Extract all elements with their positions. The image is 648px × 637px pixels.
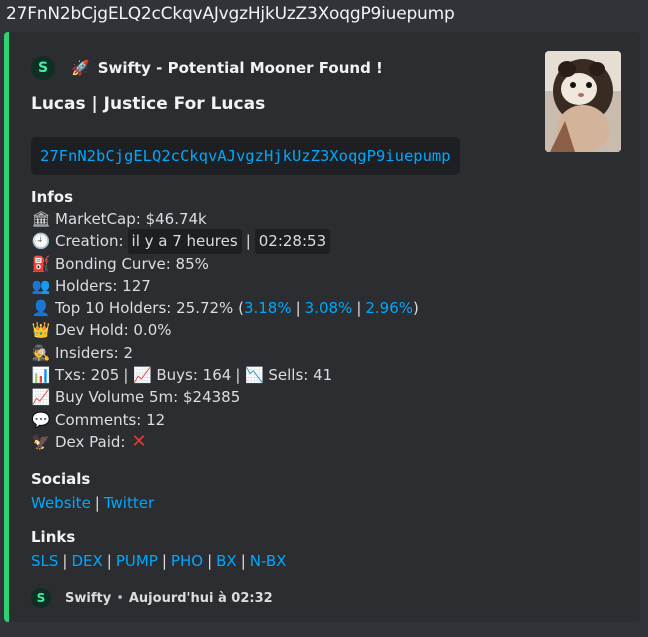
embed-footer: S Swifty • Aujourd'hui à 02:32	[31, 588, 273, 608]
infos-heading: Infos	[31, 188, 74, 206]
embed-author-name: 🚀 Swifty - Potential Mooner Found !	[71, 59, 383, 77]
separator: |	[295, 299, 301, 318]
user-icon: 👤	[31, 299, 51, 318]
comments-text: Comments: 12	[55, 410, 166, 429]
links-section: Links SLS | DEX | PUMP | PHO | BX | N-BX	[31, 528, 286, 572]
n-bx-link[interactable]: N-BX	[250, 550, 287, 572]
creation-label: Creation:	[55, 232, 124, 251]
buy-volume-row: 📈 Buy Volume 5m: $24385	[31, 386, 419, 408]
chart-down-icon: 📉	[245, 366, 264, 385]
separator: |	[161, 552, 167, 570]
sls-link[interactable]: SLS	[31, 550, 58, 572]
bonding-row: ⛽ Bonding Curve: 85%	[31, 253, 419, 275]
insiders-row: 🕵 Insiders: 2	[31, 342, 419, 364]
creation-relative[interactable]: il y a 7 heures	[127, 229, 242, 254]
separator: |	[245, 232, 251, 251]
message-address-text: 27FnN2bCjgELQ2cCkqvAJvgzHjkUzZ3XoqgP9iue…	[6, 4, 455, 24]
socials-row: Website | Twitter	[31, 492, 154, 514]
website-link[interactable]: Website	[31, 492, 91, 514]
rocket-icon: 🚀	[71, 59, 90, 77]
separator: |	[106, 552, 112, 570]
footer-name: Swifty	[65, 590, 112, 606]
top10-row: 👤 Top 10 Holders: 25.72% ( 3.18% | 3.08%…	[31, 297, 419, 319]
dex-link[interactable]: DEX	[71, 550, 102, 572]
footer-time: Aujourd'hui à 02:32	[128, 590, 273, 606]
top10-holder-1-link[interactable]: 3.18%	[244, 297, 292, 319]
dex-paid-row: 🦅 Dex Paid: ✕	[31, 431, 419, 453]
pump-link[interactable]: PUMP	[116, 550, 158, 572]
holders-row: 👥 Holders: 127	[31, 275, 419, 297]
separator: |	[62, 552, 68, 570]
creation-time[interactable]: 02:28:53	[254, 229, 331, 254]
fuel-pump-icon: ⛽	[31, 254, 51, 273]
embed-author: S 🚀 Swifty - Potential Mooner Found !	[31, 56, 383, 80]
chart-up-icon: 📈	[133, 366, 152, 385]
ferret-image[interactable]	[545, 51, 621, 152]
sells-text: Sells: 41	[268, 366, 333, 385]
insiders-text: Insiders: 2	[55, 343, 134, 362]
twitter-link[interactable]: Twitter	[104, 492, 154, 514]
embed-title[interactable]: Lucas | Justice For Lucas	[31, 94, 265, 114]
txs-row: 📊 Txs: 205 | 📈 Buys: 164 | 📉 Sells: 41	[31, 364, 419, 386]
infos-section: Infos 🏛 MarketCap: $46.74k 🕘 Creation: i…	[31, 188, 419, 453]
separator: |	[240, 552, 246, 570]
bar-chart-icon: 📊	[31, 366, 51, 385]
users-icon: 👥	[31, 276, 51, 295]
links-heading: Links	[31, 528, 76, 546]
cross-icon: ✕	[131, 430, 147, 452]
bank-icon: 🏛	[31, 210, 51, 228]
eagle-icon: 🦅	[31, 432, 51, 451]
dex-paid-text: Dex Paid:	[55, 432, 126, 451]
top10-holder-2-link[interactable]: 3.08%	[305, 297, 353, 319]
dev-hold-row: 👑 Dev Hold: 0.0%	[31, 319, 419, 341]
separator: |	[123, 366, 129, 385]
separator: |	[207, 552, 213, 570]
separator: |	[356, 299, 362, 318]
socials-section: Socials Website | Twitter	[31, 470, 154, 514]
creation-row: 🕘 Creation: il y a 7 heures | 02:28:53	[31, 229, 419, 254]
txs-text: Txs: 205	[55, 366, 120, 385]
bx-link[interactable]: BX	[216, 550, 237, 572]
author-text: Swifty - Potential Mooner Found !	[97, 59, 383, 77]
chart-up-icon: 📈	[31, 388, 51, 407]
top10-close: )	[413, 299, 419, 318]
spy-icon: 🕵	[31, 343, 51, 362]
swifty-logo-icon: S	[31, 588, 51, 608]
top10-holder-3-link[interactable]: 2.96%	[365, 297, 413, 319]
bonding-text: Bonding Curve: 85%	[55, 254, 209, 273]
holders-text: Holders: 127	[55, 276, 151, 295]
top10-label: Top 10 Holders: 25.72% (	[55, 299, 244, 318]
socials-heading: Socials	[31, 470, 91, 488]
crown-icon: 👑	[31, 321, 51, 340]
dev-hold-text: Dev Hold: 0.0%	[55, 321, 172, 340]
comments-row: 💬 Comments: 12	[31, 409, 419, 431]
buys-text: Buys: 164	[156, 366, 232, 385]
swifty-logo-icon[interactable]: S	[31, 56, 55, 80]
embed-card: S 🚀 Swifty - Potential Mooner Found ! Lu…	[4, 32, 640, 622]
buy-volume-text: Buy Volume 5m: $24385	[55, 388, 241, 407]
separator: |	[235, 366, 241, 385]
speech-bubble-icon: 💬	[31, 410, 51, 429]
separator: |	[94, 494, 100, 512]
links-row: SLS | DEX | PUMP | PHO | BX | N-BX	[31, 550, 286, 572]
clock-icon: 🕘	[31, 232, 51, 251]
contract-code-block[interactable]: 27FnN2bCjgELQ2cCkqvAJvgzHjkUzZ3XoqgP9iue…	[31, 137, 460, 175]
footer-dot: •	[116, 590, 124, 606]
market-cap-text: MarketCap: $46.74k	[55, 210, 207, 228]
pho-link[interactable]: PHO	[171, 550, 203, 572]
market-cap-row: 🏛 MarketCap: $46.74k	[31, 208, 419, 230]
